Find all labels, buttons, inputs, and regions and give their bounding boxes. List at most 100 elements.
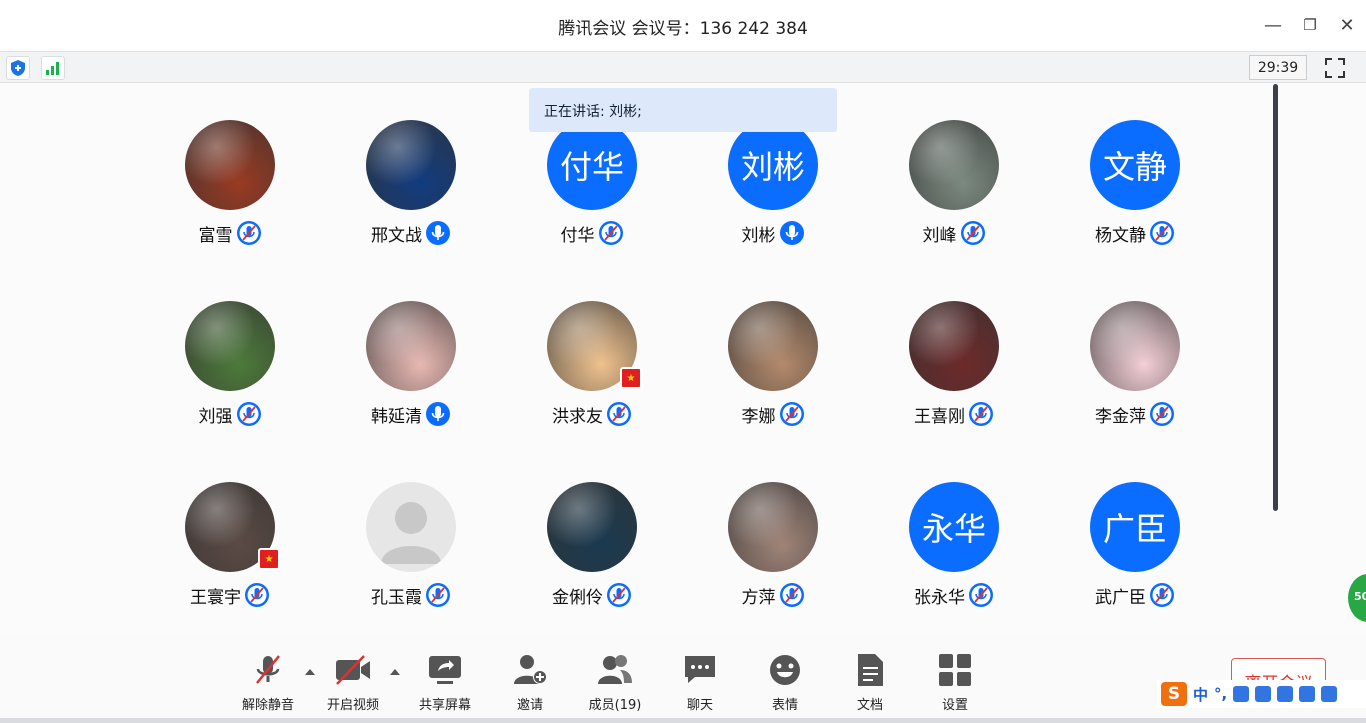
mic-on-icon — [425, 220, 451, 246]
taskbar-strip — [0, 718, 1366, 723]
participant-avatar — [728, 301, 818, 391]
ime-toolbox-icon[interactable] — [1321, 686, 1338, 702]
ime-language[interactable]: 中 — [1193, 684, 1208, 705]
participant-name: 付华 — [560, 225, 595, 246]
participant-avatar — [366, 301, 456, 391]
participant-name: 方萍 — [741, 587, 776, 608]
mic-muted-icon — [960, 220, 986, 246]
participant-name-row: 富雪 — [140, 220, 320, 246]
participant-avatar: 付华 — [547, 120, 637, 210]
participant-name-row: 韩延清 — [321, 401, 501, 427]
participant-tile[interactable]: 方萍 — [683, 482, 863, 622]
share-screen-button[interactable]: 共享屏幕 — [405, 652, 485, 714]
docs-label: 文档 — [856, 698, 883, 713]
members-label: 成员(19) — [588, 698, 642, 713]
emoji-icon — [770, 655, 800, 685]
minimize-button[interactable]: — — [1258, 12, 1288, 38]
participant-tile[interactable]: 孔玉霞 — [321, 482, 501, 622]
participant-name: 王寰宇 — [190, 587, 241, 608]
chat-label: 聊天 — [686, 698, 713, 713]
mic-muted-icon — [244, 582, 270, 608]
participant-tile[interactable]: 文静 杨文静 — [1045, 120, 1225, 260]
participant-name-row: 刘彬 — [683, 220, 863, 246]
ime-skin-icon[interactable] — [1299, 686, 1316, 702]
mic-muted-icon — [968, 401, 994, 427]
grid-scrollbar[interactable] — [1273, 84, 1278, 511]
participant-name: 刘彬 — [741, 225, 776, 246]
participant-name: 王喜刚 — [914, 406, 965, 427]
sogou-logo-icon[interactable]: S — [1161, 682, 1187, 706]
participant-tile[interactable]: 王喜刚 — [864, 301, 1044, 441]
participant-avatar — [728, 482, 818, 572]
docs-button[interactable]: 文档 — [830, 652, 910, 714]
ime-punctuation[interactable]: °, — [1214, 685, 1227, 703]
participant-tile[interactable]: 付华 付华 — [502, 120, 682, 260]
start-video-button[interactable]: 开启视频 — [313, 652, 393, 714]
participant-name: 刘强 — [198, 406, 233, 427]
participant-tile[interactable]: 韩延清 — [321, 301, 501, 441]
settings-label: 设置 — [941, 698, 968, 713]
grid-settings-icon — [939, 654, 971, 686]
participant-tile[interactable]: ★ 王寰宇 — [140, 482, 320, 622]
invite-button[interactable]: 邀请 — [490, 652, 570, 714]
ime-voice-icon[interactable] — [1255, 686, 1272, 702]
participant-avatar — [909, 301, 999, 391]
participant-name-row: 方萍 — [683, 582, 863, 608]
share-screen-label: 共享屏幕 — [418, 698, 471, 713]
flag-badge-icon: ★ — [258, 548, 280, 570]
mic-on-icon — [425, 401, 451, 427]
close-button[interactable]: ✕ — [1332, 12, 1362, 38]
participant-tile[interactable]: 李娜 — [683, 301, 863, 441]
members-button[interactable]: 成员(19) — [575, 652, 655, 714]
participant-avatar: 刘彬 — [728, 120, 818, 210]
unmute-button[interactable]: 解除静音 — [228, 652, 308, 714]
participant-avatar — [547, 482, 637, 572]
participant-avatar — [185, 120, 275, 210]
participant-tile[interactable]: 金俐伶 — [502, 482, 682, 622]
meeting-timer: 29:39 — [1249, 55, 1307, 80]
restore-button[interactable]: ❐ — [1295, 12, 1325, 38]
participant-avatar — [909, 120, 999, 210]
participant-tile[interactable]: 广臣 武广臣 — [1045, 482, 1225, 622]
participant-name-row: 邢文战 — [321, 220, 501, 246]
participant-tile[interactable]: 刘强 — [140, 301, 320, 441]
mic-muted-icon — [606, 401, 632, 427]
meeting-toolbar: 29:39 — [0, 51, 1366, 83]
mic-muted-icon — [968, 582, 994, 608]
participant-tile[interactable]: 刘彬 刘彬 — [683, 120, 863, 260]
chat-button[interactable]: 聊天 — [660, 652, 740, 714]
participant-tile[interactable]: 邢文战 — [321, 120, 501, 260]
participant-tile[interactable]: ★ 洪求友 — [502, 301, 682, 441]
ime-keyboard-icon[interactable] — [1277, 686, 1294, 702]
participant-name-row: 杨文静 — [1045, 220, 1225, 246]
participant-tile[interactable]: 永华 张永华 — [864, 482, 1044, 622]
reactions-button[interactable]: 表情 — [745, 652, 825, 714]
participant-name: 洪求友 — [552, 406, 603, 427]
participant-name: 李金萍 — [1095, 406, 1146, 427]
members-icon — [598, 655, 632, 684]
participant-avatar — [366, 120, 456, 210]
participant-name: 韩延清 — [371, 406, 422, 427]
participant-tile[interactable]: 刘峰 — [864, 120, 1044, 260]
video-options-caret-icon[interactable] — [390, 669, 400, 675]
settings-button[interactable]: 设置 — [915, 652, 995, 714]
start-video-label: 开启视频 — [326, 698, 379, 713]
participant-name-row: 武广臣 — [1045, 582, 1225, 608]
participant-name: 邢文战 — [371, 225, 422, 246]
mic-muted-icon — [425, 582, 451, 608]
network-signal-icon[interactable] — [41, 56, 65, 80]
participant-tile[interactable]: 富雪 — [140, 120, 320, 260]
participant-name-row: 刘强 — [140, 401, 320, 427]
security-shield-icon[interactable] — [6, 56, 30, 80]
participant-name: 杨文静 — [1095, 225, 1146, 246]
mic-muted-icon — [598, 220, 624, 246]
flag-badge-icon: ★ — [620, 367, 642, 389]
participant-name-row: 王寰宇 — [140, 582, 320, 608]
participant-name-row: 刘峰 — [864, 220, 1044, 246]
share-screen-icon — [429, 656, 461, 684]
speaking-banner: 正在讲话: 刘彬; — [529, 88, 837, 132]
mic-muted-icon — [236, 401, 262, 427]
participant-tile[interactable]: 李金萍 — [1045, 301, 1225, 441]
fullscreen-icon[interactable] — [1322, 55, 1348, 81]
ime-emoji-icon[interactable] — [1233, 686, 1250, 702]
